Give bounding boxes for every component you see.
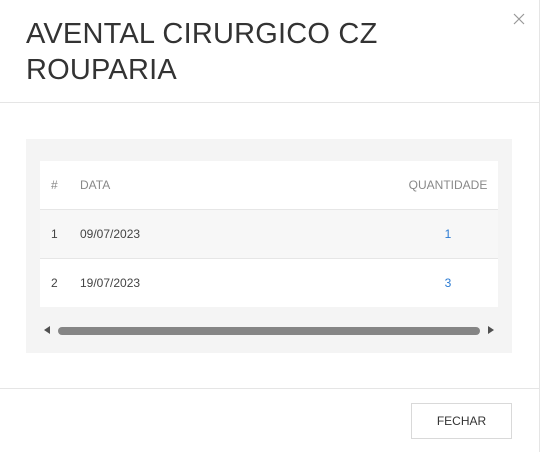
modal-dialog: AVENTAL CIRURGICO CZ ROUPARIA # DATA QUA… bbox=[0, 0, 540, 452]
header-divider bbox=[0, 102, 540, 103]
cell-date: 19/07/2023 bbox=[80, 276, 141, 290]
table-header-row: # DATA QUANTIDADE bbox=[40, 161, 498, 210]
close-button[interactable] bbox=[511, 11, 527, 27]
header-date[interactable]: DATA bbox=[80, 178, 398, 192]
modal-title: AVENTAL CIRURGICO CZ ROUPARIA bbox=[26, 18, 378, 86]
cell-num: 2 bbox=[51, 276, 58, 290]
quantity-link[interactable]: 3 bbox=[445, 276, 452, 290]
table-row: 1 09/07/2023 1 bbox=[40, 210, 498, 259]
scrollbar-thumb[interactable] bbox=[58, 327, 480, 335]
footer-divider bbox=[0, 388, 540, 389]
cell-num: 1 bbox=[51, 227, 58, 241]
fechar-button[interactable]: FECHAR bbox=[411, 403, 512, 439]
data-table: # DATA QUANTIDADE 1 09/07/2023 1 2 19/07… bbox=[40, 161, 498, 307]
table-row: 2 19/07/2023 3 bbox=[40, 259, 498, 307]
cell-quantity: 3 bbox=[398, 276, 498, 290]
horizontal-scrollbar[interactable] bbox=[40, 323, 498, 339]
cell-quantity: 1 bbox=[398, 227, 498, 241]
quantity-link[interactable]: 1 bbox=[445, 227, 452, 241]
header-num[interactable]: # bbox=[40, 178, 80, 192]
scroll-right-arrow-icon[interactable] bbox=[488, 326, 494, 334]
table-panel: # DATA QUANTIDADE 1 09/07/2023 1 2 19/07… bbox=[26, 139, 512, 353]
close-icon bbox=[513, 13, 525, 25]
scroll-left-arrow-icon[interactable] bbox=[44, 326, 50, 334]
cell-date: 09/07/2023 bbox=[80, 227, 141, 241]
header-quantity[interactable]: QUANTIDADE bbox=[398, 178, 498, 192]
